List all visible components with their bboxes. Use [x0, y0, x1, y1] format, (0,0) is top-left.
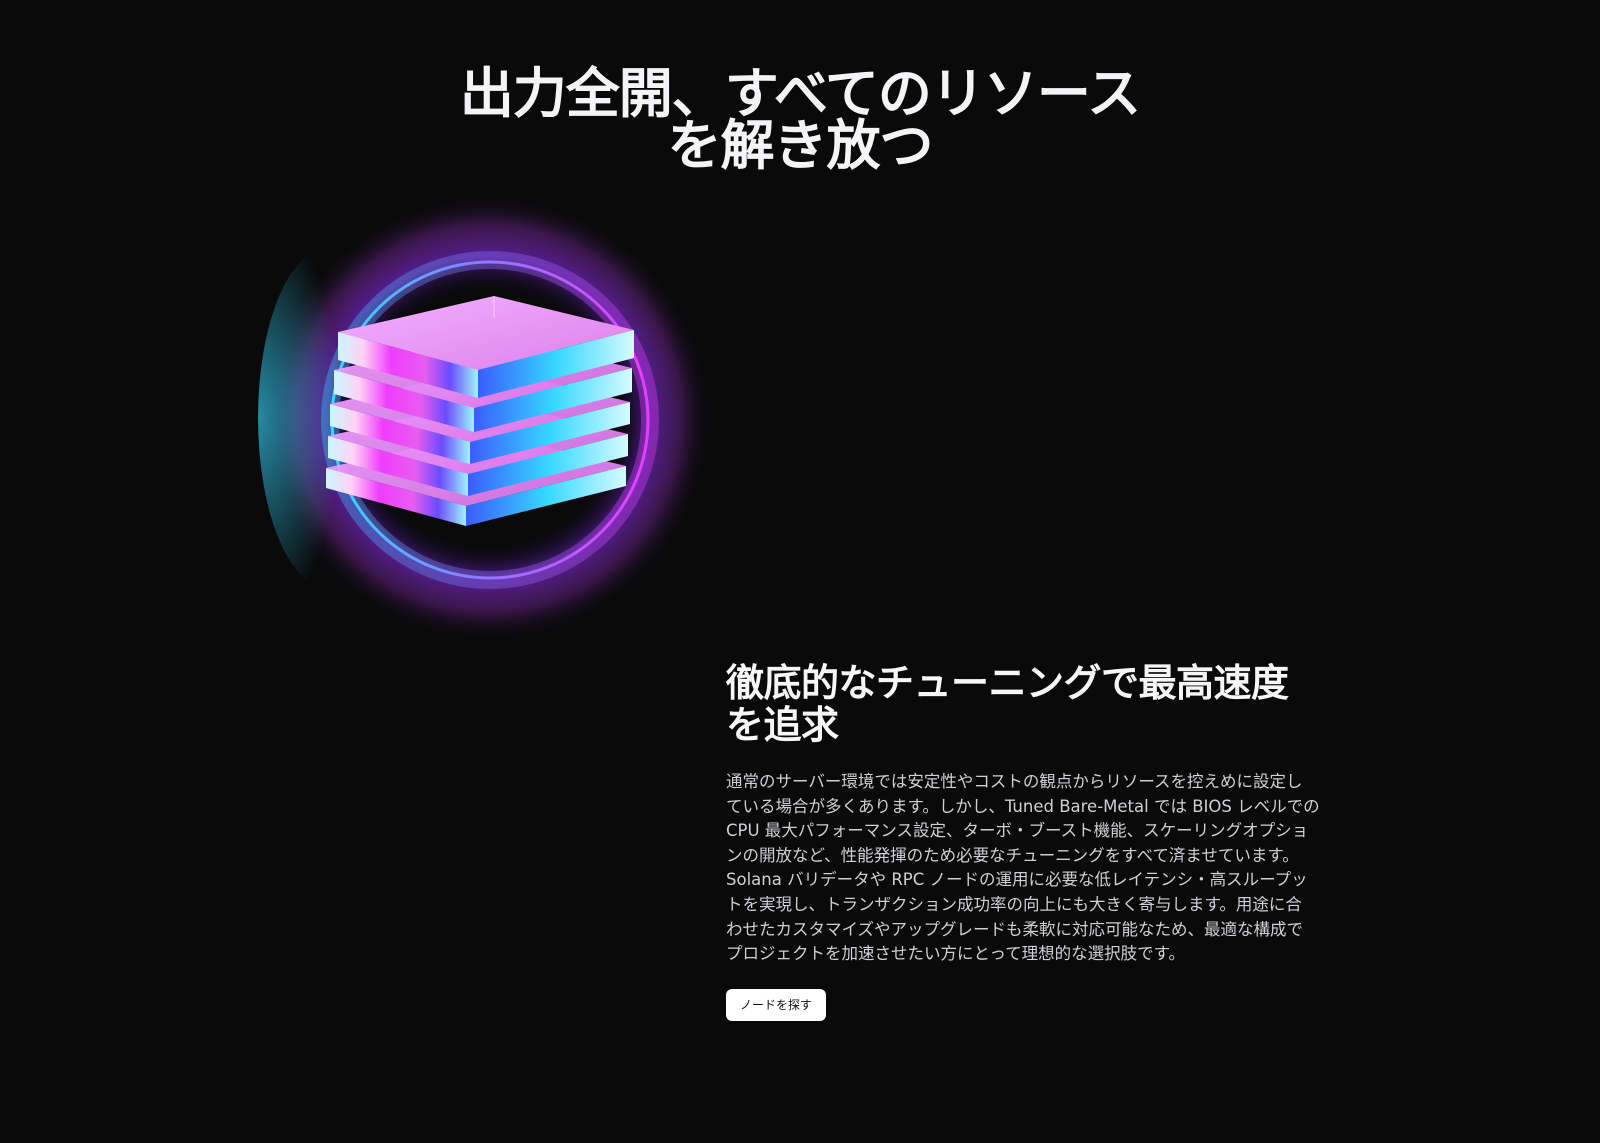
feature-description-line: わせたカスタマイズやアップグレードも柔軟に対応可能なため、最適な構成で [726, 919, 1304, 939]
feature-description-line: CPU 最大パフォーマンス設定、ターボ・ブースト機能、スケーリングオプショ [726, 821, 1309, 841]
hero-title: 出力全開、すべてのリソース を解き放つ [0, 62, 1600, 177]
stacked-layers-icon [258, 193, 713, 643]
hero-title-line-2: を解き放つ [667, 114, 934, 177]
feature-title-line-1: 徹底的なチューニングで最高速度 [726, 661, 1289, 705]
feature-description-line: トを実現し、トランザクション成功率の向上にも大きく寄与します。用途に合 [726, 894, 1302, 914]
layer-stack [326, 296, 634, 526]
feature-description-line: ンの開放など、性能発揮のため必要なチューニングをすべて済ませています。 [726, 845, 1299, 865]
feature-description: 通常のサーバー環境では安定性やコストの観点からリソースを控えめに設定し ている場… [726, 770, 1366, 967]
feature-description-line: ている場合が多くあります。しかし、Tuned Bare-Metal では BIO… [726, 796, 1320, 816]
feature-description-line: 通常のサーバー環境では安定性やコストの観点からリソースを控えめに設定し [726, 772, 1303, 791]
hero-title-line-1: 出力全開、すべてのリソース [459, 62, 1141, 125]
feature-title-line-2: を追求 [726, 703, 839, 747]
feature-description-line: Solana バリデータや RPC ノードの運用に必要な低レイテンシ・高スループ… [726, 870, 1308, 890]
feature-section: 徹底的なチューニングで最高速度 を追求 通常のサーバー環境では安定性やコストの観… [726, 662, 1366, 1021]
stacked-layers-illustration [238, 188, 718, 658]
find-node-button[interactable]: ノードを探す [726, 988, 827, 1021]
feature-title: 徹底的なチューニングで最高速度 を追求 [726, 662, 1366, 746]
feature-description-line: プロジェクトを加速させたい方にとって理想的な選択肢です。 [726, 944, 1186, 964]
